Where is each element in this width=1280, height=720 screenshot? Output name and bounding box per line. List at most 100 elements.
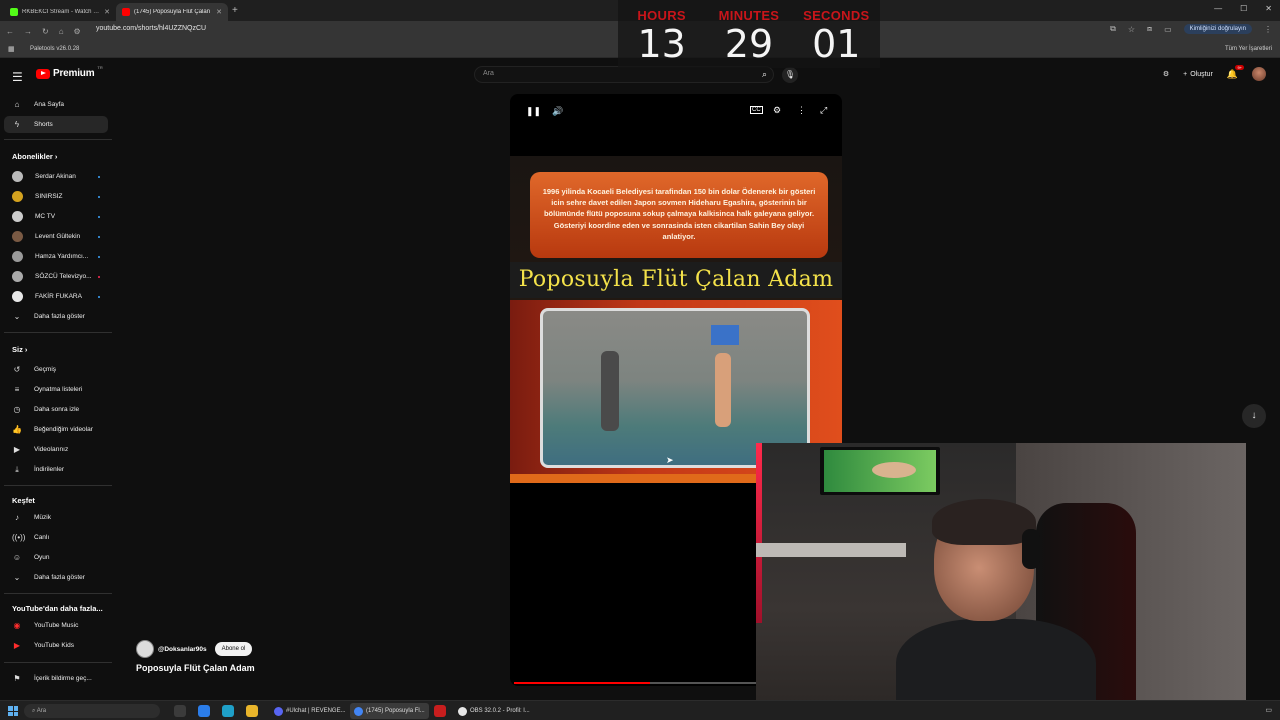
sidebar-item-playlists[interactable]: ≡ Oynatma listeleri bbox=[4, 381, 108, 398]
sidebar-item-subscription[interactable]: Levent Gültekin bbox=[4, 228, 108, 245]
minimize-icon[interactable]: — bbox=[1214, 4, 1222, 13]
hamburger-menu-icon[interactable]: ☰ bbox=[12, 70, 23, 84]
sidebar-item-report[interactable]: ⚑ İçerik bildirme geç... bbox=[4, 670, 108, 687]
url-field[interactable]: youtube.com/shorts/hl4UZZNQzCU bbox=[96, 25, 206, 32]
apps-grid-icon[interactable]: ▦ bbox=[8, 45, 15, 53]
verify-identity-chip[interactable]: Kimliğinizi doğrulayın bbox=[1183, 24, 1252, 34]
sidebar-item-label: Oynatma listeleri bbox=[34, 386, 83, 393]
taskbar-search-placeholder: Ara bbox=[36, 708, 47, 714]
file-explorer-icon[interactable] bbox=[246, 705, 258, 717]
more-options-icon[interactable]: ⋮ bbox=[797, 105, 806, 116]
logo-region: TR bbox=[97, 65, 103, 70]
sidebar-item-liked-videos[interactable]: 👍 Beğendiğim videolar bbox=[4, 421, 108, 438]
create-button[interactable]: + Oluştur bbox=[1183, 71, 1213, 78]
webcam-desk bbox=[756, 543, 906, 557]
edge-icon[interactable] bbox=[222, 705, 234, 717]
channel-avatar[interactable] bbox=[136, 640, 154, 658]
home-icon[interactable]: ⌂ bbox=[59, 27, 64, 36]
sidebar-item-subscription[interactable]: FAKİR FUKARA bbox=[4, 288, 108, 305]
fullscreen-icon[interactable]: ⤢ bbox=[820, 105, 827, 116]
sidebar-item-show-more[interactable]: ⌄ Daha fazla göster bbox=[4, 308, 108, 325]
divider bbox=[4, 485, 112, 486]
youtube-premium-logo[interactable]: Premium TR bbox=[36, 65, 103, 79]
sidebar-item-youtube-music[interactable]: ◉ YouTube Music bbox=[4, 617, 108, 634]
voice-search-icon[interactable]: 🎙 bbox=[782, 67, 798, 83]
maximize-icon[interactable]: ☐ bbox=[1240, 4, 1247, 13]
player-controls: ❚❚ 🔊 CC ⚙ ⋮ ⤢ bbox=[510, 104, 842, 120]
channel-avatar bbox=[12, 291, 23, 302]
next-short-arrow-icon[interactable]: ↓ bbox=[1242, 404, 1266, 428]
channel-handle[interactable]: @Doksanlar90s bbox=[158, 646, 207, 653]
bookmark-paletools[interactable]: Paletools v26.0.28 bbox=[30, 46, 79, 52]
sidebar-item-shorts[interactable]: ϟ Shorts bbox=[4, 116, 108, 133]
captions-icon[interactable]: CC bbox=[750, 106, 763, 114]
close-tab-icon[interactable]: ✕ bbox=[104, 8, 110, 16]
sidebar-item-subscription[interactable]: SINIRSIZ bbox=[4, 188, 108, 205]
forward-icon[interactable]: → bbox=[24, 27, 32, 36]
you-heading[interactable]: Siz › bbox=[12, 345, 27, 354]
sidebar-item-show-more-explore[interactable]: ⌄ Daha fazla göster bbox=[4, 569, 108, 586]
volume-icon[interactable]: 🔊 bbox=[552, 106, 563, 117]
site-info-icon[interactable]: ⚙ bbox=[74, 27, 81, 36]
webcam-person-hair bbox=[932, 499, 1036, 545]
taskbar-app-discord[interactable]: #Ulchat | REVENGE... bbox=[270, 703, 350, 719]
sidebar-item-subscription[interactable]: MC TV bbox=[4, 208, 108, 225]
sidebar-item-live[interactable]: ((•)) Canlı bbox=[4, 529, 108, 546]
red-app-icon[interactable] bbox=[434, 705, 446, 717]
sidebar-item-your-videos[interactable]: ▶ Videolarınız bbox=[4, 441, 108, 458]
short-title[interactable]: Poposuyla Flüt Çalan Adam bbox=[136, 663, 255, 673]
taskbar-app-chrome[interactable]: (1745) Poposuyla Fl... bbox=[350, 703, 429, 719]
taskbar-search-input[interactable]: ⌕ Ara bbox=[24, 704, 160, 718]
live-icon: ((•)) bbox=[12, 533, 26, 542]
sidebar-item-subscription[interactable]: Hamza Yardımcı... bbox=[4, 248, 108, 265]
account-avatar[interactable] bbox=[1252, 67, 1266, 81]
settings-gear-icon[interactable]: ⚙ bbox=[773, 105, 781, 116]
browser-tab-kick[interactable]: RKBEKCİ Stream - Watch Live o ✕ bbox=[4, 3, 116, 21]
sidebar-item-music[interactable]: ♪ Müzik bbox=[4, 509, 108, 526]
webcam-duck-image bbox=[872, 462, 916, 478]
sidebar-item-watch-later[interactable]: ◷ Daha sonra izle bbox=[4, 401, 108, 418]
minutes-value: 29 bbox=[724, 22, 774, 66]
video-frame[interactable]: 1996 yilinda Kocaeli Belediyesi tarafind… bbox=[510, 156, 842, 483]
cast-icon[interactable]: ▭ bbox=[1164, 25, 1172, 34]
settings-gear-icon[interactable]: ⚙ bbox=[1163, 70, 1169, 78]
subscriptions-heading[interactable]: Abonelikler › bbox=[12, 152, 57, 161]
sidebar-item-label: Daha sonra izle bbox=[34, 406, 80, 413]
channel-avatar bbox=[12, 171, 23, 182]
taskbar-app-label: #Ulchat | REVENGE... bbox=[286, 708, 346, 714]
sidebar-item-subscription[interactable]: Serdar Akinan bbox=[4, 168, 108, 185]
subscribe-button[interactable]: Abone ol bbox=[214, 642, 253, 656]
sidebar-item-label: SÖZCÜ Televizyo... bbox=[35, 273, 92, 280]
windows-start-icon[interactable] bbox=[8, 706, 18, 716]
sidebar-item-downloads[interactable]: ⤓ İndirilenler bbox=[4, 461, 108, 478]
sidebar-item-subscription[interactable]: SÖZCÜ Televizyo... bbox=[4, 268, 108, 285]
windows-taskbar: ⌕ Ara #Ulchat | REVENGE... (1745) Poposu… bbox=[0, 700, 1280, 720]
sidebar-item-home[interactable]: ⌂ Ana Sayfa bbox=[4, 96, 108, 113]
notification-center-icon[interactable]: ▭ bbox=[1265, 706, 1272, 714]
bookmark-star-icon[interactable]: ☆ bbox=[1128, 25, 1135, 34]
blue-sign bbox=[711, 325, 739, 345]
search-icon[interactable]: ⌕ bbox=[762, 69, 767, 80]
close-tab-icon[interactable]: ✕ bbox=[216, 8, 222, 16]
install-icon[interactable]: ⧉ bbox=[1110, 24, 1116, 34]
new-content-dot bbox=[98, 195, 100, 198]
close-window-icon[interactable]: ✕ bbox=[1265, 4, 1272, 13]
pause-icon[interactable]: ❚❚ bbox=[526, 106, 541, 117]
person-figure bbox=[601, 351, 619, 431]
all-bookmarks[interactable]: Tüm Yer İşaretleri bbox=[1225, 46, 1272, 52]
new-tab-icon[interactable]: + bbox=[232, 5, 238, 16]
task-view-icon[interactable] bbox=[174, 705, 186, 717]
search-input[interactable]: Ara ⌕ bbox=[474, 66, 774, 83]
browser-menu-icon[interactable]: ⋮ bbox=[1264, 25, 1272, 34]
sidebar-item-youtube-kids[interactable]: ▶ YouTube Kids bbox=[4, 637, 108, 654]
sidebar-item-gaming[interactable]: ☺ Oyun bbox=[4, 549, 108, 566]
extensions-icon[interactable]: ⧈ bbox=[1147, 24, 1152, 34]
notifications-bell-icon[interactable]: 🔔 9+ bbox=[1227, 64, 1244, 80]
copilot-icon[interactable] bbox=[198, 705, 210, 717]
taskbar-app-obs[interactable]: OBS 32.0.2 - Profil: l... bbox=[454, 703, 534, 719]
back-icon[interactable]: ← bbox=[6, 27, 14, 36]
reload-icon[interactable]: ↻ bbox=[42, 27, 49, 36]
sidebar-item-history[interactable]: ↺ Geçmiş bbox=[4, 361, 108, 378]
browser-tab-youtube[interactable]: (1745) Poposuyla Flüt Çalan ✕ bbox=[116, 2, 228, 21]
watch-later-icon: ◷ bbox=[13, 405, 21, 414]
